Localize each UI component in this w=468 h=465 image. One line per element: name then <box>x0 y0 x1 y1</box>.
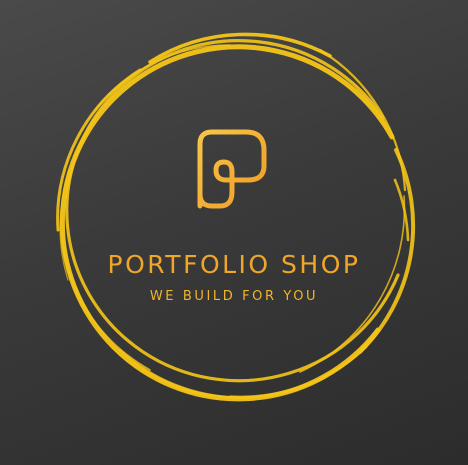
brand-name: PORTFOLIO SHOP <box>107 250 361 279</box>
portfolio-shop-logo: PORTFOLIO SHOP WE BUILD FOR YOU <box>0 0 468 465</box>
brush-circle-icon <box>56 32 416 402</box>
p-monogram-icon <box>197 129 267 209</box>
tagline: WE BUILD FOR YOU <box>149 289 319 304</box>
